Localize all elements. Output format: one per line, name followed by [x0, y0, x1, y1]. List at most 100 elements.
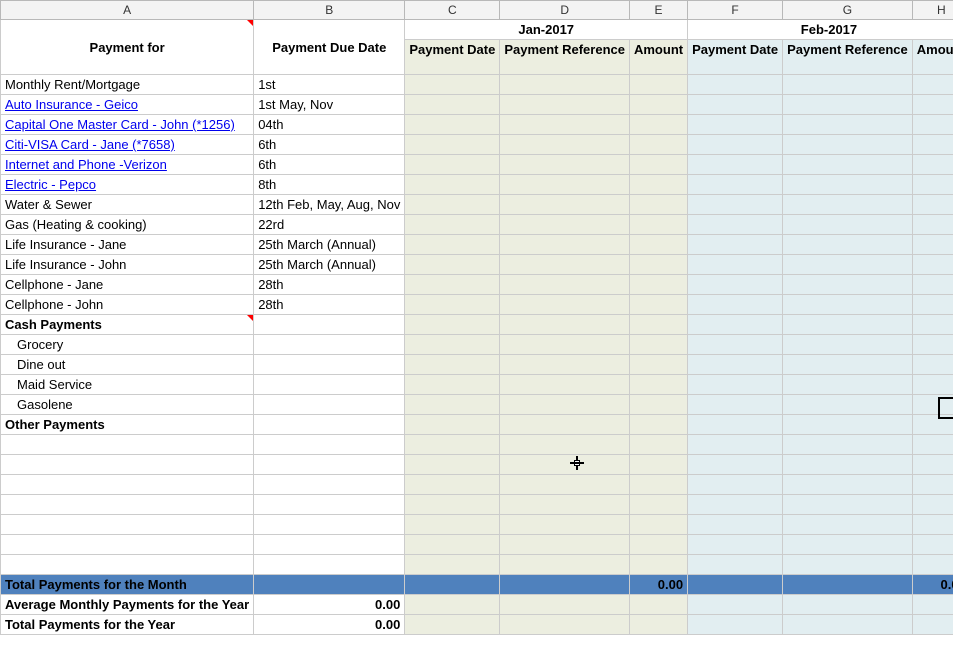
- cell[interactable]: [500, 195, 630, 215]
- payment-due-cell[interactable]: 25th March (Annual): [254, 235, 405, 255]
- cell[interactable]: [254, 515, 405, 535]
- data-row[interactable]: [1, 475, 953, 495]
- avg-year-amount[interactable]: 0.00: [254, 595, 405, 615]
- subheader-amount-1[interactable]: Amount: [629, 40, 687, 75]
- cell[interactable]: [500, 255, 630, 275]
- cell[interactable]: [500, 175, 630, 195]
- data-row[interactable]: Citi-VISA Card - Jane (*7658)6th: [1, 135, 953, 155]
- cell[interactable]: [783, 615, 913, 635]
- cell[interactable]: [254, 375, 405, 395]
- cell[interactable]: [254, 435, 405, 455]
- cell[interactable]: [629, 135, 687, 155]
- cell[interactable]: [500, 575, 630, 595]
- cell[interactable]: [629, 455, 687, 475]
- cell[interactable]: [500, 215, 630, 235]
- payment-for-cell[interactable]: Auto Insurance - Geico: [1, 95, 254, 115]
- cell[interactable]: [1, 495, 254, 515]
- cell[interactable]: [912, 535, 953, 555]
- payment-due-cell[interactable]: 8th: [254, 175, 405, 195]
- cell[interactable]: [629, 435, 687, 455]
- cell[interactable]: [912, 455, 953, 475]
- data-row[interactable]: [1, 455, 953, 475]
- cell[interactable]: [254, 475, 405, 495]
- cell[interactable]: [405, 315, 500, 335]
- cell[interactable]: [783, 115, 913, 135]
- cell[interactable]: [500, 355, 630, 375]
- payment-for-cell[interactable]: Gas (Heating & cooking): [1, 215, 254, 235]
- cash-header-row[interactable]: Cash Payments: [1, 315, 953, 335]
- header-payment-due-date[interactable]: Payment Due Date: [254, 20, 405, 75]
- cell[interactable]: [688, 235, 783, 255]
- data-row[interactable]: Cellphone - Jane28th: [1, 275, 953, 295]
- cell[interactable]: [500, 415, 630, 435]
- cell[interactable]: [629, 475, 687, 495]
- payment-link[interactable]: Auto Insurance - Geico: [5, 97, 138, 112]
- data-row[interactable]: [1, 535, 953, 555]
- cell[interactable]: [500, 475, 630, 495]
- cell[interactable]: [500, 555, 630, 575]
- cell[interactable]: [912, 355, 953, 375]
- cell[interactable]: [629, 215, 687, 235]
- col-header-E[interactable]: E: [629, 1, 687, 20]
- cell[interactable]: [783, 175, 913, 195]
- cell[interactable]: [405, 395, 500, 415]
- column-header-row[interactable]: A B C D E F G H I: [1, 1, 953, 20]
- payment-link[interactable]: Capital One Master Card - John (*1256): [5, 117, 235, 132]
- cell[interactable]: [1, 535, 254, 555]
- subheader-amount-2[interactable]: Amount: [912, 40, 953, 75]
- cell[interactable]: [783, 575, 913, 595]
- col-header-A[interactable]: A: [1, 1, 254, 20]
- header-row-1[interactable]: Payment for Payment Due Date Jan-2017 Fe…: [1, 20, 953, 40]
- cell[interactable]: [688, 295, 783, 315]
- header-payment-for[interactable]: Payment for: [1, 20, 254, 75]
- cell[interactable]: [254, 575, 405, 595]
- cell[interactable]: [912, 375, 953, 395]
- data-row[interactable]: Internet and Phone -Verizon6th: [1, 155, 953, 175]
- cell[interactable]: [405, 75, 500, 95]
- cell[interactable]: [405, 235, 500, 255]
- payment-for-cell[interactable]: Capital One Master Card - John (*1256): [1, 115, 254, 135]
- cell[interactable]: [783, 215, 913, 235]
- cell[interactable]: [783, 415, 913, 435]
- cell[interactable]: [629, 115, 687, 135]
- payment-for-cell[interactable]: Cellphone - John: [1, 295, 254, 315]
- cell[interactable]: [405, 475, 500, 495]
- cell[interactable]: [783, 475, 913, 495]
- cell[interactable]: [405, 175, 500, 195]
- col-header-C[interactable]: C: [405, 1, 500, 20]
- cell[interactable]: [405, 335, 500, 355]
- cell[interactable]: [783, 195, 913, 215]
- cell[interactable]: [688, 515, 783, 535]
- cell[interactable]: [254, 455, 405, 475]
- cell[interactable]: [629, 295, 687, 315]
- cell[interactable]: [629, 515, 687, 535]
- cell[interactable]: [1, 435, 254, 455]
- payment-due-cell[interactable]: 28th: [254, 295, 405, 315]
- cell[interactable]: [629, 75, 687, 95]
- subheader-payment-date-2[interactable]: Payment Date: [688, 40, 783, 75]
- cell[interactable]: [912, 195, 953, 215]
- data-row[interactable]: Grocery: [1, 335, 953, 355]
- cell[interactable]: [629, 555, 687, 575]
- cell[interactable]: [254, 355, 405, 375]
- data-row[interactable]: [1, 515, 953, 535]
- payment-for-cell[interactable]: Water & Sewer: [1, 195, 254, 215]
- payment-due-cell[interactable]: 25th March (Annual): [254, 255, 405, 275]
- col-header-F[interactable]: F: [688, 1, 783, 20]
- cell[interactable]: [500, 315, 630, 335]
- payment-for-cell[interactable]: Electric - Pepco: [1, 175, 254, 195]
- cell[interactable]: [688, 355, 783, 375]
- data-row[interactable]: Gas (Heating & cooking)22rd: [1, 215, 953, 235]
- cell[interactable]: [1, 475, 254, 495]
- payment-for-cell[interactable]: Cellphone - Jane: [1, 275, 254, 295]
- cell[interactable]: [783, 495, 913, 515]
- cell[interactable]: [405, 555, 500, 575]
- cell[interactable]: [500, 275, 630, 295]
- cell[interactable]: [912, 75, 953, 95]
- payment-due-cell[interactable]: 22rd: [254, 215, 405, 235]
- cell[interactable]: [405, 595, 500, 615]
- data-row[interactable]: Maid Service: [1, 375, 953, 395]
- cell[interactable]: [405, 435, 500, 455]
- cell[interactable]: [629, 415, 687, 435]
- cell[interactable]: [1, 455, 254, 475]
